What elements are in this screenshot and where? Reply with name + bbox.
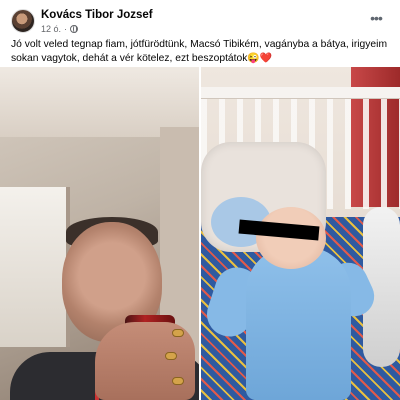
heart-emoji-icon: ❤️ bbox=[259, 52, 273, 64]
author-name[interactable]: Kovács Tibor Jozsef bbox=[41, 9, 153, 21]
more-options-icon[interactable]: ••• bbox=[366, 10, 386, 26]
post-meta: 12 ó. · bbox=[41, 24, 79, 34]
post-header: Kovács Tibor Jozsef 12 ó. · ••• bbox=[0, 0, 400, 36]
baby-onesie bbox=[246, 247, 351, 400]
meta-separator: · bbox=[64, 24, 68, 34]
photo-selfie-man[interactable] bbox=[0, 67, 199, 400]
facebook-post: Kovács Tibor Jozsef 12 ó. · ••• Jó volt … bbox=[0, 0, 400, 400]
avatar[interactable] bbox=[11, 9, 35, 33]
photo-grid bbox=[0, 67, 400, 400]
globe-icon bbox=[70, 25, 79, 33]
post-time[interactable]: 12 ó. bbox=[41, 24, 61, 34]
post-text: Jó volt veled tegnap fiam, jótfürödtünk,… bbox=[11, 38, 391, 65]
ring bbox=[165, 352, 177, 360]
window bbox=[0, 187, 70, 347]
winking-tongue-emoji-icon: 😜 bbox=[247, 52, 260, 64]
ring bbox=[172, 377, 184, 385]
ring bbox=[172, 329, 184, 337]
post-body-text: Jó volt veled tegnap fiam, jótfürödtünk,… bbox=[11, 39, 388, 64]
photo-baby-in-crib[interactable] bbox=[201, 67, 400, 400]
crib-rail bbox=[201, 87, 400, 99]
